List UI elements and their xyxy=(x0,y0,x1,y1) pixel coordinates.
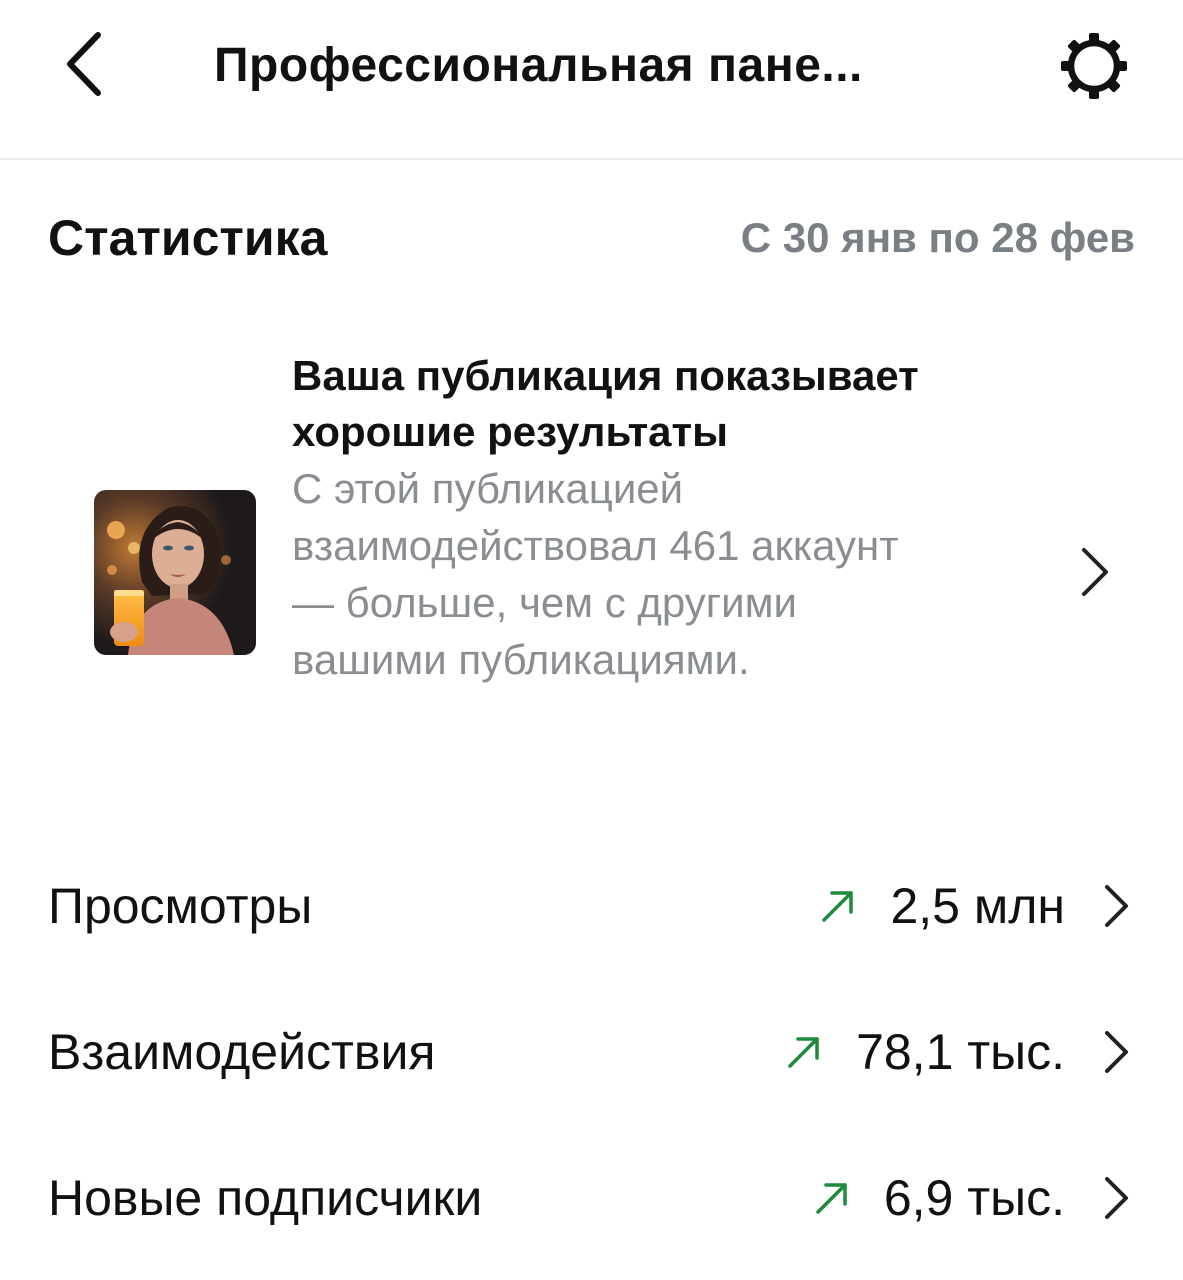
statistics-title: Статистика xyxy=(48,210,328,266)
metric-label: Взаимодействия xyxy=(48,1024,436,1080)
gear-icon xyxy=(1061,33,1127,99)
metric-value: 6,9 тыс. xyxy=(883,1170,1065,1226)
chevron-right-icon xyxy=(1082,548,1108,596)
page-title: Профессиональная пане... xyxy=(214,39,863,92)
metric-value: 78,1 тыс. xyxy=(856,1024,1065,1080)
chevron-left-icon xyxy=(67,32,101,96)
insight-title: Ваша публикация показывает хорошие резул… xyxy=(292,352,919,455)
top-bar: Профессиональная пане... xyxy=(0,0,1183,160)
chevron-right-icon xyxy=(1105,885,1128,927)
post-thumbnail xyxy=(94,490,256,655)
insight-text: Ваша публикация показывает хорошие резул… xyxy=(292,348,932,688)
settings-button[interactable] xyxy=(1052,24,1136,108)
metric-row-views[interactable]: Просмотры 2,5 млн xyxy=(0,846,1183,966)
chevron-right-icon xyxy=(1105,1031,1128,1073)
insight-card[interactable]: Ваша публикация показывает хорошие резул… xyxy=(48,344,1135,804)
metric-label: Просмотры xyxy=(48,878,313,934)
trend-up-icon xyxy=(822,891,854,922)
date-range[interactable]: С 30 янв по 28 фев xyxy=(741,208,1135,268)
trend-up-icon xyxy=(788,1037,819,1068)
insight-description: С этой публикацией взаимодействовал 461 … xyxy=(292,465,899,683)
chevron-right-icon xyxy=(1105,1177,1128,1219)
back-button[interactable] xyxy=(52,24,116,104)
trend-up-icon xyxy=(816,1183,847,1214)
metric-value: 2,5 млн xyxy=(890,878,1065,934)
metric-row-interactions[interactable]: Взаимодействия 78,1 тыс. xyxy=(0,992,1183,1112)
metric-label: Новые подписчики xyxy=(48,1170,483,1226)
metric-row-new-followers[interactable]: Новые подписчики 6,9 тыс. xyxy=(0,1138,1183,1258)
